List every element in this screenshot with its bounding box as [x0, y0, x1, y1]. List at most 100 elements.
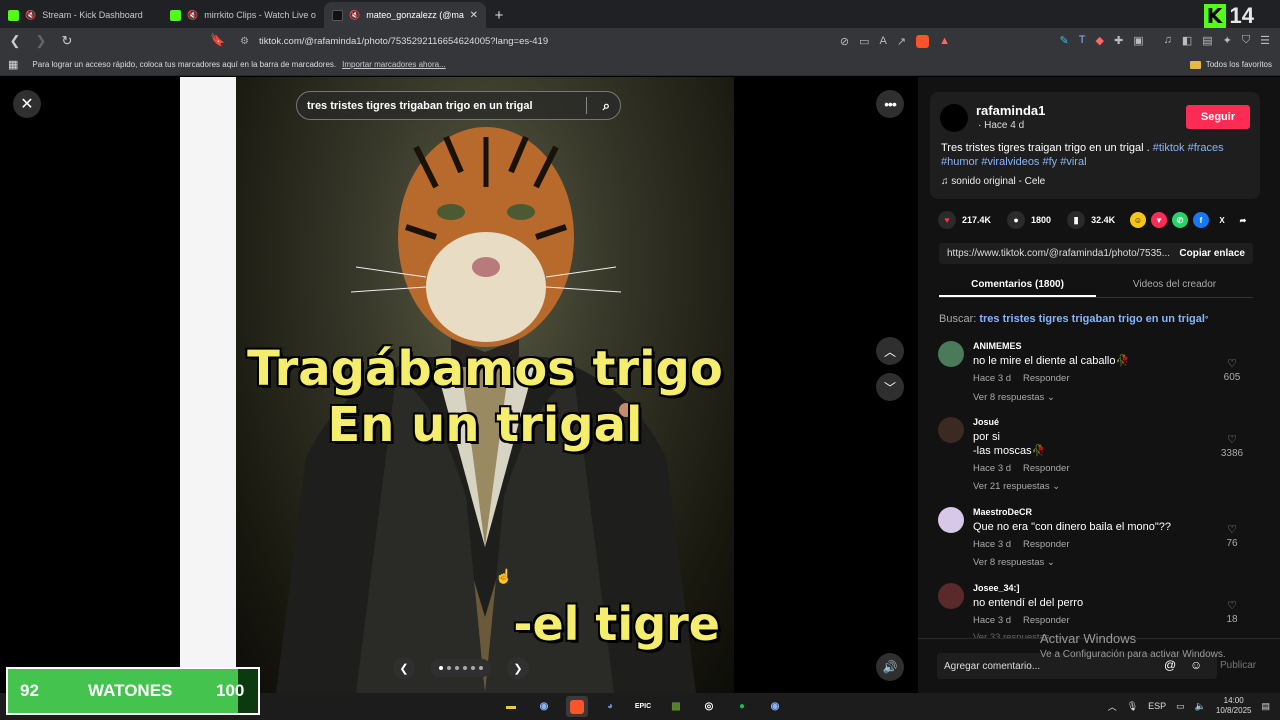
pager-dot[interactable]: [447, 666, 451, 670]
notifications-icon[interactable]: ▤: [1261, 701, 1270, 712]
puzzle-icon[interactable]: ✚: [1114, 34, 1123, 47]
obs-icon[interactable]: ◎: [698, 696, 720, 717]
browser-tab-active[interactable]: 🔇 mateo_gonzalezz (@mateo.gonzalezz) ✕: [324, 2, 486, 28]
comment-like[interactable]: ♡ 76: [1212, 523, 1252, 549]
site-info-icon[interactable]: ⚙: [240, 36, 249, 47]
back-icon[interactable]: ❮: [8, 33, 22, 49]
pager-dot[interactable]: [479, 666, 483, 670]
brave-rewards-icon[interactable]: ▲: [939, 35, 950, 47]
extension-icon[interactable]: T: [1079, 34, 1086, 47]
extension-icon[interactable]: ◆: [1096, 34, 1104, 47]
mic-icon[interactable]: 🎙: [1127, 701, 1138, 712]
screenshot-icon[interactable]: ▣: [1133, 34, 1143, 47]
brave-shield-icon[interactable]: [916, 34, 930, 48]
view-replies-button[interactable]: Ver 8 respuestas ⌄: [973, 392, 1055, 403]
author-avatar[interactable]: [940, 104, 968, 132]
publish-button[interactable]: Publicar: [1220, 660, 1256, 671]
emoji-share-icon[interactable]: ☺: [1130, 212, 1146, 228]
volume-button[interactable]: 🔊: [876, 653, 904, 681]
cast-icon[interactable]: ▭: [859, 35, 869, 48]
reply-button[interactable]: Responder: [1023, 539, 1069, 550]
more-options-button[interactable]: •••: [876, 90, 904, 118]
tab-creator-videos[interactable]: Videos del creador: [1096, 274, 1253, 297]
comment-like[interactable]: ♡ 605: [1212, 357, 1252, 383]
steam-icon[interactable]: ◉: [533, 696, 555, 717]
whatsapp-icon[interactable]: ✆: [1172, 212, 1188, 228]
search-icon[interactable]: ⌕: [603, 98, 610, 114]
comment-author[interactable]: Josee_34:]: [973, 583, 1020, 593]
browser-tab[interactable]: 🔇 mirrkito Clips - Watch Live on Kick: [162, 2, 324, 28]
menu-icon[interactable]: ☰: [1260, 34, 1270, 47]
clock[interactable]: 14:00 10/8/2025: [1216, 696, 1252, 716]
forward-icon[interactable]: ❯: [34, 33, 48, 49]
extension-icon[interactable]: ✎: [1060, 34, 1069, 47]
x-icon[interactable]: X: [1214, 212, 1230, 228]
steam-alt-icon[interactable]: ◉: [764, 696, 786, 717]
reload-icon[interactable]: ↻: [60, 33, 74, 49]
search-suggestion[interactable]: Buscar: tres tristes tigres trigaban tri…: [939, 313, 1209, 325]
copy-link-button[interactable]: Copiar enlace: [1171, 248, 1245, 259]
music-icon[interactable]: ♫: [1164, 34, 1172, 47]
url-field[interactable]: ⚙ tiktok.com/@rafaminda1/photo/753529211…: [232, 30, 958, 52]
avatar[interactable]: [938, 507, 964, 533]
spotify-icon[interactable]: ●: [731, 696, 753, 717]
network-icon[interactable]: ▭: [1176, 701, 1185, 712]
sidebar-icon[interactable]: ◧: [1182, 34, 1192, 47]
file-explorer-icon[interactable]: ▬: [500, 696, 522, 717]
mention-icon[interactable]: @: [1164, 658, 1176, 672]
pager-dot[interactable]: [455, 666, 459, 670]
reply-button[interactable]: Responder: [1023, 373, 1069, 384]
import-bookmarks-link[interactable]: Importar marcadores ahora...: [342, 60, 446, 69]
new-tab-button[interactable]: +: [486, 2, 512, 28]
speaker-icon[interactable]: 🔈: [1195, 701, 1206, 712]
avatar[interactable]: [938, 417, 964, 443]
like-button[interactable]: ♥ 217.4K: [938, 211, 991, 229]
reply-button[interactable]: Responder: [1023, 463, 1069, 474]
follow-button[interactable]: Seguir: [1186, 105, 1250, 129]
save-button[interactable]: ▮ 32.4K: [1067, 211, 1115, 229]
view-replies-button[interactable]: Ver 8 respuestas ⌄: [973, 557, 1055, 568]
pager-dot[interactable]: [471, 666, 475, 670]
wallet-icon[interactable]: ▤: [1202, 34, 1212, 47]
emoji-icon[interactable]: ☺: [1190, 658, 1202, 672]
previous-post-button[interactable]: ︿: [876, 337, 904, 365]
next-photo-button[interactable]: ❯: [507, 657, 529, 679]
brave-browser-icon[interactable]: [566, 696, 588, 717]
facebook-icon[interactable]: f: [1193, 212, 1209, 228]
language-indicator[interactable]: ESP: [1148, 701, 1166, 711]
reader-mode-icon[interactable]: ⊘: [840, 35, 849, 48]
browser-tab[interactable]: 🔇 Stream - Kick Dashboard: [0, 2, 162, 28]
share-icon[interactable]: ➦: [1235, 212, 1251, 228]
epic-games-icon[interactable]: EPIC: [632, 696, 654, 717]
comment-author[interactable]: MaestroDeCR: [973, 507, 1032, 517]
discord-icon[interactable]: ◕: [599, 696, 621, 717]
pager-dot[interactable]: [439, 666, 443, 670]
comment-like[interactable]: ♡ 18: [1212, 599, 1252, 625]
leo-icon[interactable]: ✦: [1223, 34, 1232, 47]
comment-author[interactable]: Josué: [973, 417, 999, 427]
tray-chevron-icon[interactable]: ︿: [1108, 700, 1117, 713]
minecraft-icon[interactable]: ▩: [665, 696, 687, 717]
close-tab-icon[interactable]: ✕: [470, 10, 478, 21]
vpn-icon[interactable]: ⛉: [1242, 34, 1250, 47]
avatar[interactable]: [938, 583, 964, 609]
translate-icon[interactable]: A: [880, 35, 887, 47]
comment-like[interactable]: ♡ 3386: [1212, 433, 1252, 459]
share-icon[interactable]: ↗: [897, 35, 906, 48]
avatar[interactable]: [938, 341, 964, 367]
prev-photo-button[interactable]: ❮: [393, 657, 415, 679]
author-username[interactable]: rafaminda1: [976, 103, 1045, 118]
reply-button[interactable]: Responder: [1023, 615, 1069, 626]
view-replies-button[interactable]: Ver 21 respuestas ⌄: [973, 481, 1060, 492]
close-viewer-button[interactable]: ✕: [13, 90, 41, 118]
repost-icon[interactable]: ▼: [1151, 212, 1167, 228]
photo-search-bar[interactable]: tres tristes tigres trigaban trigo en un…: [296, 91, 621, 120]
tab-comments[interactable]: Comentarios (1800): [939, 274, 1096, 297]
next-post-button[interactable]: ﹀: [876, 373, 904, 401]
apps-grid-icon[interactable]: ▦: [8, 58, 18, 71]
pager-dot[interactable]: [463, 666, 467, 670]
comment-button[interactable]: ● 1800: [1007, 211, 1051, 229]
comment-author[interactable]: ANIMEMES: [973, 341, 1022, 351]
all-favorites[interactable]: Todos los favoritos: [1189, 60, 1272, 69]
sound-row[interactable]: ♫ sonido original - Cele: [941, 176, 1045, 187]
